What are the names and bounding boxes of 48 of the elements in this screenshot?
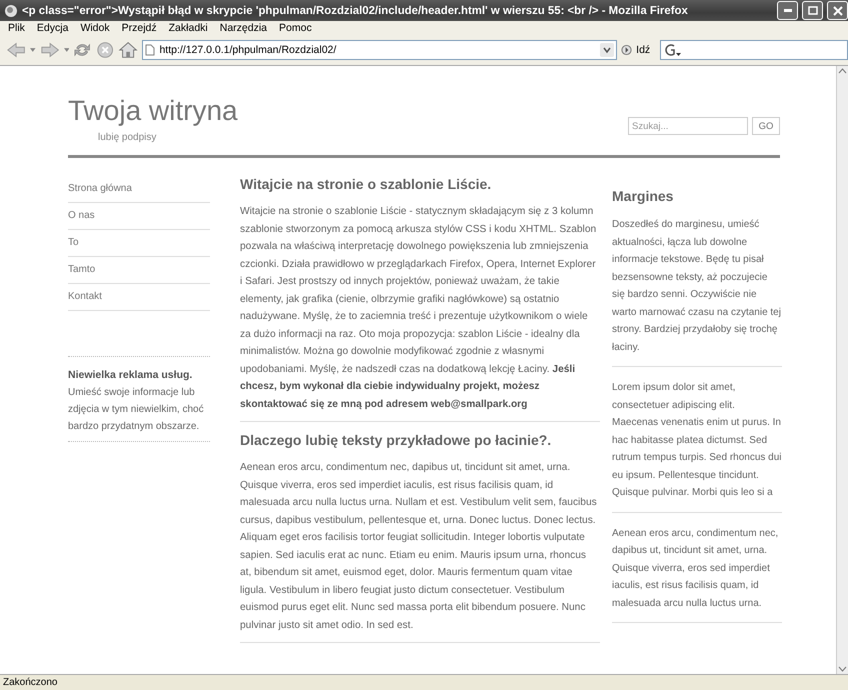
paragraph: Witajcie na stronie o szablonie Liście - statycznym składającym się z 3 kolumn szablonie stworzonym za pomocą arkusza stylów CSS i kodu XHTML. Szablon pozwala na właściwą interpretację dowolnego powiększenia lub zmniejszenia czcionki. Działa prawidłowo w przeglądarkach Firefox, Opera, Internet Explorer i Safari. Jest prostszy od innych projektów, ponieważ uważam, że takie elementy, jak grafika (cienie, olbrzymie grafiki nagłówkowe) są ostatnio nadużywane. Myślę, że to zaciemnia treść i prezentuje użytkownikom o wiele za dużo informacji na raz. Oto moja propozycja: szablon Liście - idealny dla minimalistów. Można go dowolnie modyfikować zgodnie z własnymi upodobaniami. Myślę, że nadszedł czas na dodatkową lekcję Łaciny. Jeśli chcesz, bym wykonał dla ciebie indywidualny projekt, możesz skontaktować się ze mną pod adresem web@smallpark.org [240,205,598,412]
close-button[interactable] [827,1,848,20]
menu-item[interactable]: Zakładki [164,22,216,34]
go-label[interactable]: Idź [636,44,650,56]
search-engine-icon[interactable] [663,43,682,57]
search-field[interactable]: Szukaj... [628,117,748,135]
forward-arrow-icon[interactable] [40,41,60,59]
site-title: Twoja witryna [68,96,238,126]
minimize-icon [784,9,792,12]
ad-text: Umieść swoje informacje lub zdjęcia w tym niewielkim, choć bardzo przydatnym obszarze. [68,386,205,434]
close-icon [832,6,842,16]
page-icon [145,44,156,56]
back-arrow-icon[interactable] [6,41,26,59]
menu-item[interactable]: Pomoc [275,22,320,34]
nav-link[interactable]: Tamto [68,257,210,284]
section-heading: Dlaczego lubię teksty przykładowe po łacinie?. [240,432,552,448]
nav-link[interactable]: Kontakt [68,284,210,311]
menu-item[interactable]: Przejdź [118,22,165,34]
dropdown-icon[interactable] [600,43,614,57]
window-title: <p class="error">Wystąpił błąd w skrypcie 'phpulman/Rozdzial02/include/header.html' w wierszu 55: <br /> - Mozilla Firefox [22,4,689,16]
menu-item[interactable]: Plik [4,22,33,34]
menu-item[interactable]: Narzędzia [216,22,276,34]
menu-item[interactable]: Edycja [32,22,76,34]
minimize-button[interactable] [777,1,798,20]
maximize-icon [808,6,818,15]
sidebar-paragraph: Doszedłeś do marginesu, umieść aktualności, łącza lub dowolne informacje tekstowe. Będę tu pisał bezsensowne teksty, aż poczujecie się bardzo senni. Oczywiście nie warto marnować czasu na czytanie tej strony. Bardziej przydałoby się trochę łaciny. [612,216,782,367]
go-button[interactable]: GO [752,117,780,135]
home-icon[interactable] [118,40,138,60]
go-icon[interactable] [621,44,632,56]
ad-title: Niewielka reklama usług. [68,368,194,383]
browser-icon [4,4,18,18]
maximize-button[interactable] [802,1,823,20]
nav-link[interactable]: Strona główna [68,176,210,203]
nav-link[interactable]: O nas [68,203,210,230]
section-heading: Witajcie na stronie o szablonie Liście. [240,176,492,192]
caret-icon[interactable] [30,48,36,52]
address-field[interactable]: http://127.0.0.1/phpulman/Rozdzial02/ [142,40,618,60]
tagline: lubię podpisy [98,132,158,143]
nav-link[interactable]: To [68,230,210,257]
sidebar-heading: Margines [612,188,674,204]
caret-icon[interactable] [64,48,70,52]
stop-icon[interactable] [96,40,114,60]
scrollbar[interactable] [836,66,848,674]
search-engine-field[interactable] [660,40,848,60]
sidebar-paragraph: Lorem ipsum dolor sit amet, consectetuer adipiscing elit. Maecenas venenatis enim ut purus. In hac habitasse platea dictumst. Sed rutrum tempus turpis. Sed rhoncus dui eu ipsum. Pellentesque tincidunt. Quisque pulvinar. Morbi quis leo si a [612,379,782,512]
paragraph: Aenean eros arcu, condimentum nec, dapibus ut, tincidunt sit amet, urna. Quisque viverra, eros sed imperdiet iaculis, est risus facilisis quam, id malesuada arcu nulla luctus urna. Nullam et est. Vestibulum velit sem, faucibus cursus, dapibus vestibulum, pellentesque et, urna. Donec luctus. Donec lectus. Aliquam eget eros facilisis tortor feugiat sollicitudin. Integer lobortis vulputate sapien. Sed iaculis erat ac nunc. Etiam eu enim. Mauris ipsum urna, rhoncus at, bibendum sit amet, euismod eget, dolor. Mauris fermentum quam vitae ligula. Vestibulum in libero feugiat justo dictum consectetuer. Vestibulum euismod purus eget elit. Nunc sed massa porta elit bibendum posuere. Nunc pulvinar justo sit amet odio. In sed est. [240,461,598,632]
sidebar-paragraph: Aenean eros arcu, condimentum nec, dapibus ut, tincidunt sit amet, urna. Quisque viverra, eros sed imperdiet iaculis, est risus facilisis quam, id malesuada arcu nulla luctus urna. [612,524,782,623]
menu-item[interactable]: Widok [76,22,118,34]
